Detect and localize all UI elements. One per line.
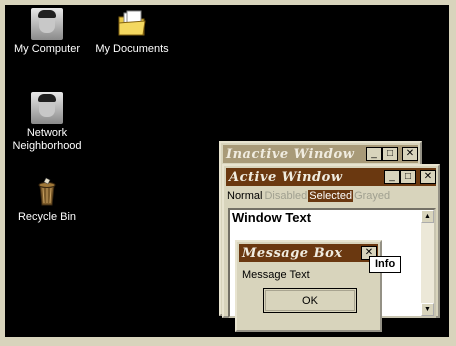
active-window-titlebar[interactable]: Active Window _ □ ✕ [226, 168, 436, 186]
close-button[interactable]: ✕ [420, 170, 436, 184]
ok-button[interactable]: OK [263, 288, 357, 313]
appearance-preview: My Computer My Documents Network Neighbo… [0, 0, 456, 346]
network-neighborhood-icon [31, 92, 63, 124]
window-text: Window Text [232, 210, 312, 225]
recycle-bin-icon [38, 177, 56, 206]
desktop-icon-label: Recycle Bin [17, 211, 77, 223]
desktop-icon-my-computer[interactable]: My Computer [5, 8, 90, 56]
message-box[interactable]: Message Box ✕ Message Text OK [235, 240, 382, 332]
desktop-icon-network-neighborhood[interactable]: Network Neighborhood [5, 92, 90, 153]
minimize-button[interactable]: _ [384, 170, 400, 184]
vertical-scrollbar[interactable]: ▲ ▼ [421, 210, 434, 316]
desktop-icon-label: My Computer [13, 43, 81, 55]
message-text: Message Text [242, 269, 310, 281]
desktop-icon-label: My Documents [95, 43, 169, 55]
maximize-button[interactable]: □ [400, 170, 416, 184]
menu-bar: Normal Disabled Selected Grayed [226, 188, 436, 204]
desktop-icon-recycle-bin[interactable]: Recycle Bin [5, 176, 90, 224]
window-title: Message Box [242, 245, 343, 261]
info-tooltip: Info [369, 256, 402, 273]
desktop: My Computer My Documents Network Neighbo… [5, 5, 449, 337]
close-button[interactable]: ✕ [402, 147, 418, 161]
scroll-up-button[interactable]: ▲ [421, 210, 434, 223]
message-box-titlebar[interactable]: Message Box ✕ [239, 244, 378, 262]
window-title: Active Window [229, 169, 343, 185]
minimize-button[interactable]: _ [366, 147, 382, 161]
inactive-window-titlebar[interactable]: Inactive Window _ □ ✕ [223, 145, 418, 163]
folder-icon [118, 10, 146, 36]
menu-item-normal[interactable]: Normal [226, 190, 263, 202]
menu-item-disabled: Disabled [264, 190, 308, 202]
desktop-icon-my-documents[interactable]: My Documents [89, 8, 175, 56]
scroll-down-button[interactable]: ▼ [421, 303, 434, 316]
maximize-button[interactable]: □ [382, 147, 398, 161]
menu-item-grayed: Grayed [354, 190, 391, 202]
my-computer-icon [31, 8, 63, 40]
desktop-icon-label: Network Neighborhood [12, 127, 82, 152]
menu-item-selected[interactable]: Selected [308, 190, 354, 202]
window-title: Inactive Window [226, 146, 355, 162]
